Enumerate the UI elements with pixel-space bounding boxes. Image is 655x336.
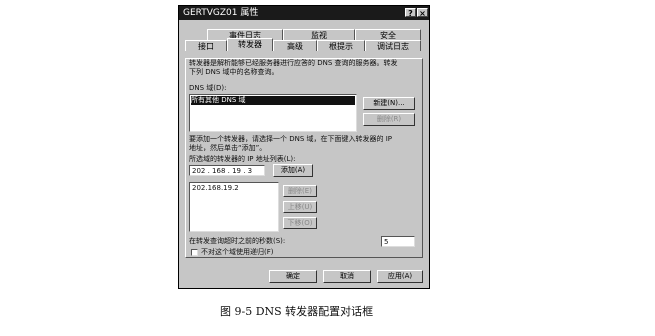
tab-monitoring[interactable]: 监视 (283, 29, 355, 40)
hint-line-2: 地址，然后单击“添加”。 (189, 144, 267, 152)
move-down-button[interactable]: 下移(O) (283, 217, 317, 229)
new-button[interactable]: 新建(N)... (363, 97, 415, 110)
dns-domain-list[interactable]: 所有其他 DNS 域 (189, 94, 357, 132)
close-button[interactable]: × (417, 8, 428, 18)
tab-debug-log[interactable]: 调试日志 (365, 40, 421, 51)
tab-interfaces[interactable]: 接口 (185, 40, 227, 51)
ip-list-item[interactable]: 202.168.19.2 (192, 184, 239, 193)
no-recursion-label: 不对这个域使用递归(F) (201, 248, 274, 256)
dns-properties-dialog: GERTVGZ01 属性 ? × 事件日志 监视 安全 接口 转发器 高级 根提… (178, 5, 430, 289)
title-bar: GERTVGZ01 属性 (179, 6, 429, 20)
help-button[interactable]: ? (405, 8, 416, 18)
delete-button[interactable]: 删除(E) (283, 185, 317, 197)
timeout-label: 在转发查询超时之前的秒数(S): (189, 237, 286, 245)
forwarder-ip-list[interactable]: 202.168.19.2 (189, 182, 279, 232)
dns-domain-label: DNS 域(D): (189, 84, 227, 92)
ip-address-input[interactable]: 202 . 168 . 19 . 3 (189, 165, 265, 176)
tab-forwarders[interactable]: 转发器 (227, 38, 273, 51)
ok-button[interactable]: 确定 (269, 270, 317, 283)
remove-button[interactable]: 删除(R) (363, 113, 415, 126)
description-line-2: 下列 DNS 域中的名称查询。 (189, 68, 279, 76)
tab-root-hints[interactable]: 根提示 (317, 40, 365, 51)
tab-security[interactable]: 安全 (355, 29, 421, 40)
tab-advanced[interactable]: 高级 (273, 40, 317, 51)
description-line-1: 转发器是解析能够已经服务器进行应答的 DNS 查询的服务器。转发 (189, 59, 398, 67)
cancel-button[interactable]: 取消 (323, 270, 371, 283)
hint-line-1: 要添加一个转发器，请选择一个 DNS 域，在下面键入转发器的 IP (189, 135, 393, 143)
timeout-input[interactable]: 5 (381, 236, 415, 247)
move-up-button[interactable]: 上移(U) (283, 201, 317, 213)
figure-caption: 图 9-5 DNS 转发器配置对话框 (220, 305, 374, 318)
add-button[interactable]: 添加(A) (273, 164, 313, 177)
window-title: GERTVGZ01 属性 (183, 8, 259, 18)
dns-domain-selected-item[interactable]: 所有其他 DNS 域 (191, 96, 355, 105)
ip-list-label: 所选域的转发器的 IP 地址列表(L): (189, 155, 296, 163)
apply-button[interactable]: 应用(A) (377, 270, 423, 283)
no-recursion-checkbox[interactable] (191, 249, 198, 256)
